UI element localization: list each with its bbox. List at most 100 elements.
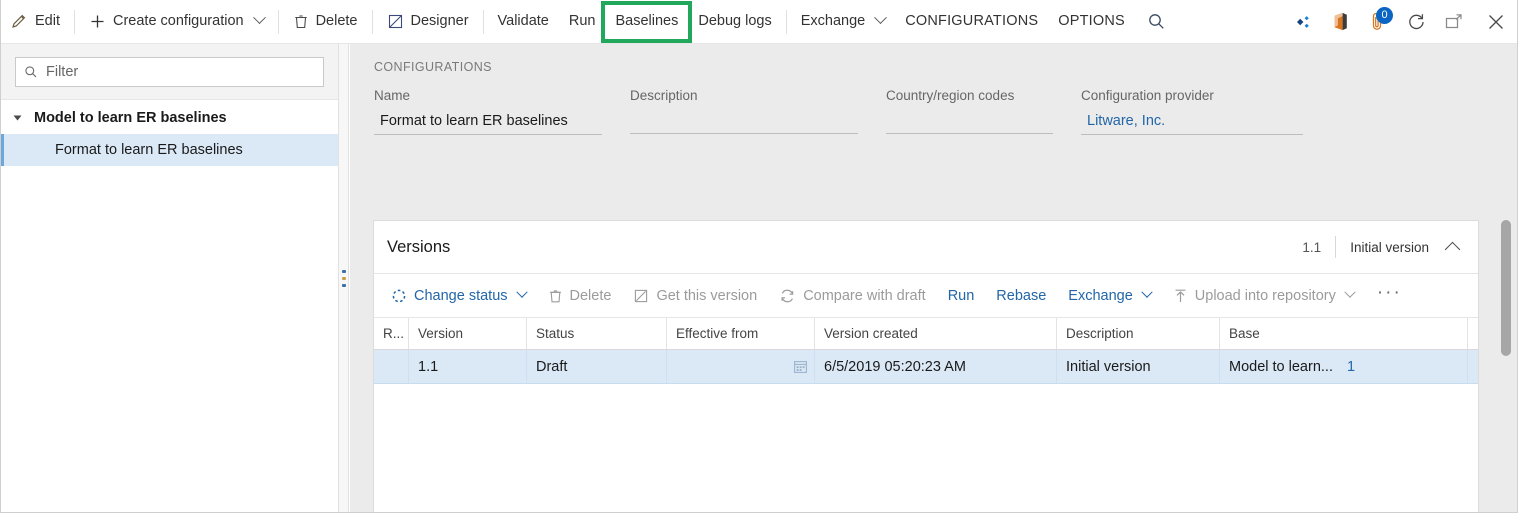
vertical-scrollbar[interactable] xyxy=(1501,220,1511,513)
column-header-effective-from[interactable]: Effective from xyxy=(667,318,815,349)
change-status-label: Change status xyxy=(414,288,508,304)
compare-with-draft-button[interactable]: Compare with draft xyxy=(768,281,937,311)
create-configuration-label: Create configuration xyxy=(113,14,244,29)
validate-button-label: Validate xyxy=(498,14,549,29)
designer-icon xyxy=(387,13,404,30)
column-header-version[interactable]: Version xyxy=(409,318,527,349)
field-provider-value[interactable]: Litware, Inc. xyxy=(1081,113,1303,135)
splitter-grip-icon xyxy=(342,270,346,287)
field-description: Description xyxy=(616,88,872,135)
version-delete-label: Delete xyxy=(570,288,612,304)
cell-effective-from[interactable] xyxy=(667,350,815,383)
validate-button[interactable]: Validate xyxy=(488,7,559,37)
refresh-icon[interactable] xyxy=(1397,0,1435,44)
upload-into-repository-button[interactable]: Upload into repository xyxy=(1162,281,1365,311)
compare-with-draft-label: Compare with draft xyxy=(803,288,926,304)
status-circle-icon xyxy=(391,288,407,304)
toolbar-divider xyxy=(786,10,787,34)
base-link[interactable]: Model to learn... xyxy=(1229,359,1333,375)
column-header-base[interactable]: Base xyxy=(1220,318,1468,349)
versions-card: Versions 1.1 Initial version Change stat… xyxy=(373,220,1479,513)
debug-logs-button[interactable]: Debug logs xyxy=(688,7,781,37)
tree-item-label: Format to learn ER baselines xyxy=(55,142,243,158)
designer-button[interactable]: Designer xyxy=(377,7,479,37)
tree-item-model-to-learn-er-baselines[interactable]: Model to learn ER baselines xyxy=(1,102,338,134)
table-row[interactable]: 1.1 Draft xyxy=(374,350,1478,384)
baselines-button[interactable]: Baselines xyxy=(605,5,688,39)
attachment-icon[interactable]: 0 xyxy=(1359,0,1397,44)
toolbar-divider xyxy=(483,10,484,34)
cell-version[interactable]: 1.1 xyxy=(409,350,527,383)
options-tab[interactable]: OPTIONS xyxy=(1048,7,1135,37)
chevron-down-icon xyxy=(1344,286,1355,297)
baselines-button-label: Baselines xyxy=(615,14,678,29)
rebase-label: Rebase xyxy=(996,288,1046,304)
configuration-tree-pane: Model to learn ER baselines Format to le… xyxy=(1,44,339,513)
close-icon[interactable] xyxy=(1473,0,1518,44)
calendar-icon[interactable] xyxy=(793,359,808,374)
run-button[interactable]: Run xyxy=(559,7,606,37)
column-header-version-created[interactable]: Version created xyxy=(815,318,1057,349)
expand-triangle-icon[interactable] xyxy=(14,116,22,121)
trash-icon xyxy=(548,288,563,304)
filter-input[interactable] xyxy=(46,64,315,80)
column-header-status[interactable]: Status xyxy=(527,318,667,349)
tree-item-format-to-learn-er-baselines[interactable]: Format to learn ER baselines xyxy=(1,134,338,166)
version-exchange-button[interactable]: Exchange xyxy=(1057,281,1162,311)
field-country-region-codes: Country/region codes xyxy=(872,88,1067,135)
versions-grid-header: R... Version Status Effective from Versi… xyxy=(374,318,1478,350)
upload-into-repository-label: Upload into repository xyxy=(1195,288,1336,304)
create-configuration-button[interactable]: Create configuration xyxy=(79,7,274,37)
dynamics-diamond-icon[interactable] xyxy=(1283,0,1321,44)
version-run-button[interactable]: Run xyxy=(937,281,986,311)
version-delete-button[interactable]: Delete xyxy=(537,281,623,311)
field-description-value[interactable] xyxy=(630,113,858,134)
header-fields: Name Format to learn ER baselines Descri… xyxy=(350,74,1518,135)
cell-status[interactable]: Draft xyxy=(527,350,667,383)
cell-version-created[interactable]: 6/5/2019 05:20:23 AM xyxy=(815,350,1057,383)
column-header-description[interactable]: Description xyxy=(1057,318,1220,349)
edit-button[interactable]: Edit xyxy=(1,7,70,37)
field-name: Name Format to learn ER baselines xyxy=(360,88,616,135)
rebase-button[interactable]: Rebase xyxy=(985,281,1057,311)
open-in-new-window-icon[interactable] xyxy=(1435,0,1473,44)
field-country-value[interactable] xyxy=(886,113,1053,134)
designer-button-label: Designer xyxy=(411,14,469,29)
versions-card-header: Versions 1.1 Initial version xyxy=(374,221,1478,274)
overflow-menu-button[interactable]: ··· xyxy=(1365,281,1414,311)
versions-card-title: Versions xyxy=(387,238,450,257)
configuration-tree: Model to learn ER baselines Format to le… xyxy=(1,100,338,166)
tree-item-label: Model to learn ER baselines xyxy=(34,110,227,126)
chevron-up-icon[interactable] xyxy=(1445,241,1461,257)
configurations-tab-label: CONFIGURATIONS xyxy=(905,14,1038,29)
filter-box[interactable] xyxy=(15,57,324,87)
row-selector-cell[interactable] xyxy=(374,350,409,383)
breadcrumb: CONFIGURATIONS xyxy=(350,44,1518,74)
exchange-button[interactable]: Exchange xyxy=(791,7,896,37)
cell-base[interactable]: Model to learn... 1 xyxy=(1220,350,1468,383)
pane-splitter[interactable] xyxy=(339,44,349,513)
delete-button[interactable]: Delete xyxy=(283,7,368,37)
cell-description[interactable]: Initial version xyxy=(1057,350,1220,383)
field-provider-label: Configuration provider xyxy=(1081,88,1303,103)
search-icon xyxy=(24,65,38,79)
main-content: CONFIGURATIONS Name Format to learn ER b… xyxy=(350,44,1518,513)
plus-icon xyxy=(89,13,106,30)
change-status-button[interactable]: Change status xyxy=(380,281,537,311)
upload-arrow-icon xyxy=(1173,288,1188,304)
versions-toolbar: Change status Delete Get this version xyxy=(374,274,1478,318)
field-country-label: Country/region codes xyxy=(886,88,1053,103)
configurations-tab[interactable]: CONFIGURATIONS xyxy=(895,7,1048,37)
search-icon[interactable] xyxy=(1135,0,1179,44)
field-configuration-provider: Configuration provider Litware, Inc. xyxy=(1067,88,1317,135)
get-this-version-button[interactable]: Get this version xyxy=(622,281,768,311)
column-header-select[interactable]: R... xyxy=(374,318,409,349)
chevron-down-icon xyxy=(516,286,527,297)
scrollbar-thumb[interactable] xyxy=(1501,220,1511,356)
office-icon[interactable] xyxy=(1321,0,1359,44)
options-tab-label: OPTIONS xyxy=(1058,14,1125,29)
erp-window: Edit Create configuration Delete Designe… xyxy=(0,0,1518,513)
compare-icon xyxy=(779,288,796,304)
field-name-label: Name xyxy=(374,88,602,103)
field-name-value[interactable]: Format to learn ER baselines xyxy=(374,113,602,135)
